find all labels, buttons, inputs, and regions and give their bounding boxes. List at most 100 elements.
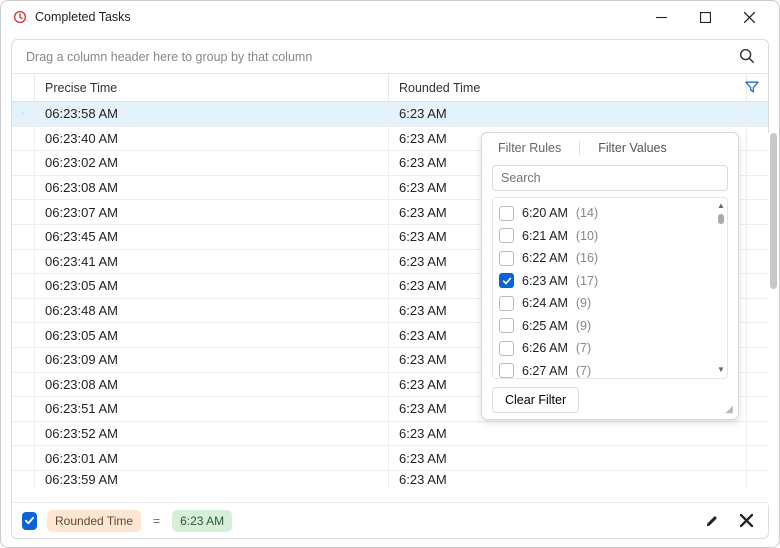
row-expander [12, 397, 35, 421]
row-expander [12, 200, 35, 224]
cell-precise-time: 06:23:40 AM [35, 127, 389, 151]
cell-precise-time: 06:23:09 AM [35, 348, 389, 372]
filter-value-checkbox[interactable] [499, 206, 514, 221]
row-expander[interactable] [12, 102, 35, 126]
cell-rounded-time: 6:23 AM [389, 471, 747, 489]
grid-vertical-scrollbar[interactable] [768, 133, 779, 505]
filter-search-input[interactable] [501, 171, 719, 185]
tab-filter-rules[interactable]: Filter Rules [494, 136, 565, 160]
cell-precise-time: 06:23:45 AM [35, 225, 389, 249]
cell-precise-time: 06:23:59 AM [35, 471, 389, 489]
row-expander [12, 176, 35, 200]
group-panel[interactable]: Drag a column header here to group by th… [12, 40, 768, 74]
filter-popup-tabs: Filter Rules Filter Values [482, 133, 738, 163]
filter-value-checkbox[interactable] [499, 251, 514, 266]
filter-value-checkbox[interactable] [499, 318, 514, 333]
row-expander [12, 323, 35, 347]
filter-list-scrollbar[interactable]: ▲ ▼ [717, 202, 725, 374]
cell-precise-time: 06:23:51 AM [35, 397, 389, 421]
filter-icon[interactable] [745, 80, 759, 97]
maximize-button[interactable] [683, 3, 727, 31]
cell-precise-time: 06:23:48 AM [35, 299, 389, 323]
table-row[interactable]: 06:23:58 AM6:23 AM [12, 102, 768, 127]
cell-precise-time: 06:23:05 AM [35, 323, 389, 347]
row-expander [12, 373, 35, 397]
filter-value-count: (10) [576, 229, 598, 243]
resize-grip-icon[interactable]: ◢ [725, 404, 733, 415]
filter-value-item[interactable]: 6:23 AM (17) [499, 270, 721, 293]
scrollbar-thumb[interactable] [770, 133, 777, 289]
filter-value-checkbox[interactable] [499, 363, 514, 378]
row-expander [12, 348, 35, 372]
filter-values-list[interactable]: 6:20 AM (14)6:21 AM (10)6:22 AM (16)6:23… [492, 197, 728, 379]
row-expander [12, 471, 35, 489]
window-title: Completed Tasks [35, 10, 131, 24]
table-row[interactable]: 06:23:59 AM6:23 AM [12, 471, 768, 489]
close-button[interactable] [727, 3, 771, 31]
filter-value-count: (16) [576, 251, 598, 265]
filter-value-item[interactable]: 6:24 AM (9) [499, 292, 721, 315]
filter-value-count: (9) [576, 296, 591, 310]
tab-filter-values[interactable]: Filter Values [594, 136, 671, 160]
table-row[interactable]: 06:23:01 AM6:23 AM [12, 446, 768, 471]
filter-value-checkbox[interactable] [499, 228, 514, 243]
cell-rounded-time: 6:23 AM [389, 422, 747, 446]
row-expander [12, 127, 35, 151]
minimize-button[interactable] [639, 3, 683, 31]
scroll-down-icon[interactable]: ▼ [717, 366, 725, 374]
group-panel-hint: Drag a column header here to group by th… [26, 50, 312, 64]
filter-enable-checkbox[interactable] [22, 512, 37, 530]
filter-value-item[interactable]: 6:25 AM (9) [499, 315, 721, 338]
filter-value-checkbox[interactable] [499, 296, 514, 311]
filter-value-item[interactable]: 6:21 AM (10) [499, 225, 721, 248]
filter-value-item[interactable]: 6:27 AM (7) [499, 360, 721, 380]
filter-scroll-thumb[interactable] [718, 214, 724, 224]
row-expander [12, 151, 35, 175]
row-expander [12, 274, 35, 298]
filter-field-pill[interactable]: Rounded Time [47, 510, 141, 532]
edit-filter-icon[interactable] [700, 509, 724, 533]
filter-value-item[interactable]: 6:26 AM (7) [499, 337, 721, 360]
clear-filter-icon[interactable] [734, 509, 758, 533]
row-expander [12, 446, 35, 470]
filter-value-label: 6:21 AM [522, 229, 568, 243]
filter-value-item[interactable]: 6:20 AM (14) [499, 202, 721, 225]
filter-value-label: 6:22 AM [522, 251, 568, 265]
scroll-up-icon[interactable]: ▲ [717, 202, 725, 210]
filter-popup: Filter Rules Filter Values 6:20 AM (14)6… [481, 132, 739, 420]
column-header-precise[interactable]: Precise Time [35, 74, 389, 101]
cell-precise-time: 06:23:02 AM [35, 151, 389, 175]
filter-bar: Rounded Time = 6:23 AM [12, 502, 768, 538]
filter-value-item[interactable]: 6:22 AM (16) [499, 247, 721, 270]
clear-filter-button[interactable]: Clear Filter [492, 387, 579, 413]
clock-icon [13, 10, 27, 24]
cell-precise-time: 06:23:58 AM [35, 102, 389, 126]
filter-value-label: 6:23 AM [522, 274, 568, 288]
filter-search[interactable] [492, 165, 728, 191]
filter-value-checkbox[interactable] [499, 341, 514, 356]
filter-value-label: 6:27 AM [522, 364, 568, 378]
search-icon[interactable] [738, 47, 756, 68]
cell-precise-time: 06:23:07 AM [35, 200, 389, 224]
cell-precise-time: 06:23:41 AM [35, 250, 389, 274]
filter-value-checkbox[interactable] [499, 273, 514, 288]
titlebar: Completed Tasks [1, 1, 779, 33]
row-expander [12, 225, 35, 249]
filter-value-count: (7) [576, 341, 591, 355]
filter-value-count: (9) [576, 319, 591, 333]
column-header-rounded[interactable]: Rounded Time [389, 74, 747, 101]
row-expander [12, 250, 35, 274]
table-row[interactable]: 06:23:52 AM6:23 AM [12, 422, 768, 447]
row-expander [12, 422, 35, 446]
filter-value-pill[interactable]: 6:23 AM [172, 510, 232, 532]
window-frame: Completed Tasks Drag a column header her… [0, 0, 780, 548]
expand-column-header [12, 74, 35, 101]
cell-rounded-time: 6:23 AM [389, 102, 747, 126]
cell-precise-time: 06:23:01 AM [35, 446, 389, 470]
cell-rounded-time: 6:23 AM [389, 446, 747, 470]
cell-precise-time: 06:23:52 AM [35, 422, 389, 446]
filter-value-count: (17) [576, 274, 598, 288]
filter-value-label: 6:25 AM [522, 319, 568, 333]
filter-value-label: 6:26 AM [522, 341, 568, 355]
cell-precise-time: 06:23:08 AM [35, 176, 389, 200]
